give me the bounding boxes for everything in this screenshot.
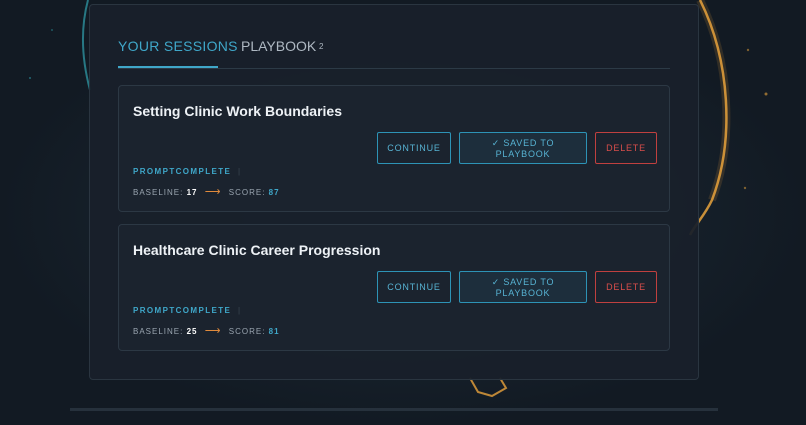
saved-to-playbook-button[interactable]: ✓ SAVED TO PLAYBOOK <box>459 132 587 164</box>
score-label: SCORE: <box>228 188 266 197</box>
status-label: PROMPTCOMPLETE <box>133 167 232 176</box>
tab-playbook[interactable]: PLAYBOOK <box>241 38 316 54</box>
session-card: Healthcare Clinic Career Progression CON… <box>118 224 670 351</box>
tab-your-sessions[interactable]: YOUR SESSIONS <box>118 38 238 54</box>
sessions-panel: YOUR SESSIONS PLAYBOOK 2 Setting Clinic … <box>89 4 699 380</box>
score-metrics: BASELINE: 25 ⟶ SCORE: 81 <box>133 324 280 337</box>
delete-button[interactable]: DELETE <box>595 271 657 303</box>
score-value: 87 <box>268 188 280 197</box>
baseline-label: BASELINE: <box>133 327 184 336</box>
status-divider: | <box>238 306 241 315</box>
baseline-value: 25 <box>186 327 198 336</box>
session-title: Healthcare Clinic Career Progression <box>133 242 381 258</box>
delete-button[interactable]: DELETE <box>595 132 657 164</box>
score-metrics: BASELINE: 17 ⟶ SCORE: 87 <box>133 185 280 198</box>
active-tab-indicator <box>118 66 218 68</box>
baseline-label: BASELINE: <box>133 188 184 197</box>
tab-bar: YOUR SESSIONS PLAYBOOK 2 <box>118 35 670 69</box>
score-label: SCORE: <box>228 327 266 336</box>
arrow-right-icon: ⟶ <box>204 325 222 337</box>
arrow-right-icon: ⟶ <box>204 186 222 198</box>
saved-to-playbook-button[interactable]: ✓ SAVED TO PLAYBOOK <box>459 271 587 303</box>
score-value: 81 <box>268 327 280 336</box>
status-label: PROMPTCOMPLETE <box>133 306 232 315</box>
playbook-count-badge: 2 <box>319 42 324 51</box>
session-title: Setting Clinic Work Boundaries <box>133 103 342 119</box>
continue-button[interactable]: CONTINUE <box>377 132 451 164</box>
baseline-value: 17 <box>186 188 198 197</box>
status-divider: | <box>238 167 241 176</box>
footer-divider <box>70 408 718 411</box>
session-card: Setting Clinic Work Boundaries CONTINUE … <box>118 85 670 212</box>
continue-button[interactable]: CONTINUE <box>377 271 451 303</box>
